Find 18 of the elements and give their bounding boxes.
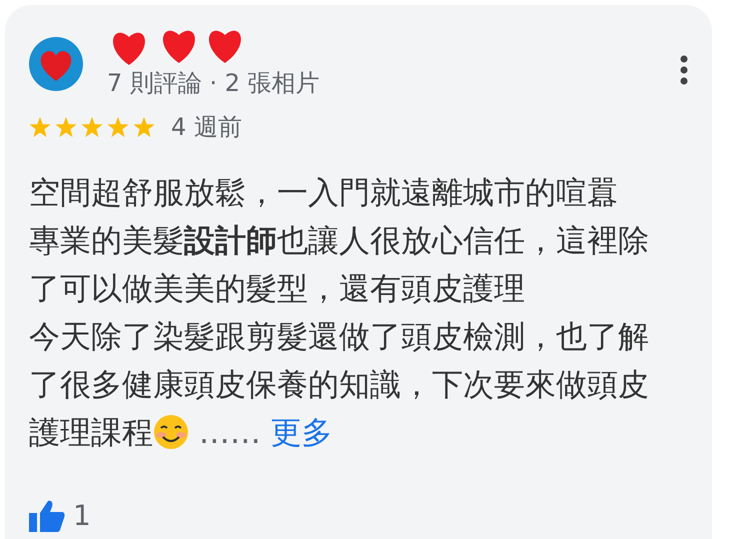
like-count: 1 bbox=[73, 498, 91, 534]
review-time: 4 週前 bbox=[171, 112, 242, 143]
star-icon bbox=[81, 116, 103, 138]
review-text: 專業的美髮設計師也讓人很放心信任，這裡除了可以做美美的髮型，還有頭皮護理 bbox=[29, 222, 650, 309]
heart-icon bbox=[113, 32, 145, 65]
star-icon bbox=[55, 116, 77, 138]
smiling-face-icon bbox=[153, 414, 189, 450]
more-link[interactable]: 更多 bbox=[270, 415, 333, 451]
heart-icon bbox=[209, 30, 241, 63]
review-text: 今天除了染髮跟剪髮還做了頭皮檢測，也了解了很多健康頭皮保養的知識，下次要來做頭皮護理課程 …… 更多 bbox=[29, 318, 650, 453]
review-count-text: 7 則評論 · 2 張相片 bbox=[107, 68, 321, 99]
star-icon bbox=[133, 116, 155, 138]
star-icon bbox=[107, 116, 129, 138]
thumbs-up-icon[interactable] bbox=[29, 500, 65, 532]
star-icon bbox=[29, 116, 51, 138]
review-text: 空間超舒服放鬆，一入門就遠離城市的喧囂 bbox=[29, 174, 619, 213]
avatar-icon bbox=[29, 37, 83, 91]
heart-icon bbox=[163, 30, 195, 63]
